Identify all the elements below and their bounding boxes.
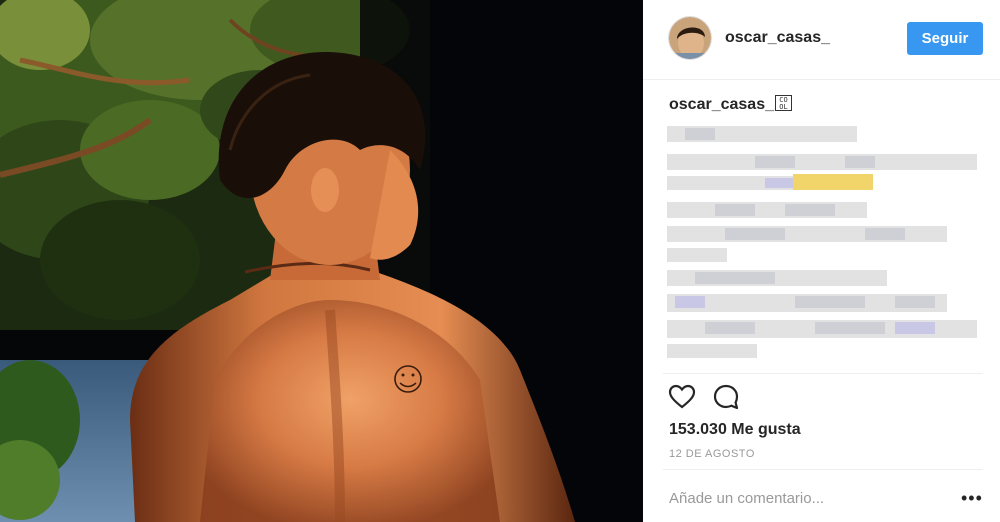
avatar[interactable] xyxy=(668,16,712,60)
cool-emoji-icon: CO OL xyxy=(775,95,792,111)
post-details-panel: oscar_casas_ Seguir oscar_casas_ CO OL 1… xyxy=(643,0,1000,522)
comment-input[interactable]: Añade un comentario... xyxy=(669,490,824,507)
post-header: oscar_casas_ Seguir xyxy=(643,0,1000,80)
header-username-link[interactable]: oscar_casas_ xyxy=(725,29,830,47)
avatar-image xyxy=(669,17,711,59)
likes-count[interactable]: 153.030 Me gusta xyxy=(669,421,801,439)
post-photo[interactable] xyxy=(0,0,643,522)
blurred-caption-text xyxy=(665,122,985,367)
comment-icon[interactable] xyxy=(711,382,741,412)
follow-button[interactable]: Seguir xyxy=(907,22,983,55)
heart-icon[interactable] xyxy=(667,382,697,412)
caption-username-link[interactable]: oscar_casas_ xyxy=(669,96,774,114)
divider xyxy=(663,373,983,374)
post-image xyxy=(0,0,643,522)
pixelated-text-mask xyxy=(667,126,977,358)
divider xyxy=(663,469,983,470)
post-date: 12 DE AGOSTO xyxy=(669,448,755,460)
more-options-icon[interactable]: ••• xyxy=(961,489,983,507)
